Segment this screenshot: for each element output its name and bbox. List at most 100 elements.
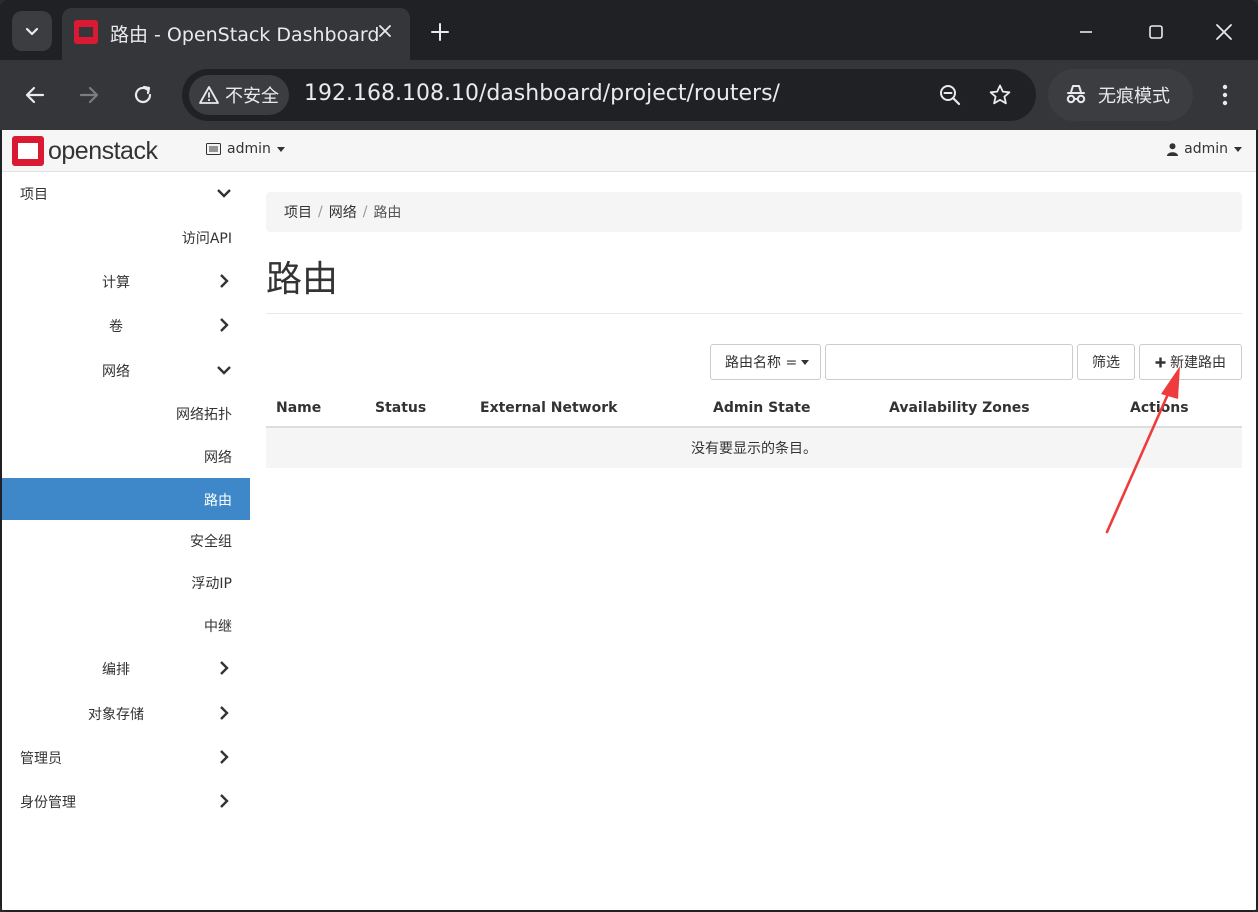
column-header-name[interactable]: Name (276, 400, 321, 416)
sidebar-item-label: 路由 (204, 493, 232, 509)
security-label: 不安全 (225, 86, 279, 107)
page-title: 路由 (266, 259, 339, 300)
address-bar[interactable]: 不安全 192.168.108.10/dashboard/project/rou… (182, 69, 1036, 121)
breadcrumb-separator: / (318, 204, 323, 220)
maximize-icon (1149, 25, 1163, 39)
sidebar-item-label: 安全组 (190, 534, 232, 550)
column-header-admin-state[interactable]: Admin State (713, 400, 811, 416)
close-icon (1216, 24, 1232, 40)
empty-message: 没有要显示的条目。 (691, 441, 817, 457)
breadcrumb-item-network[interactable]: 网络 (329, 202, 357, 222)
main-content: 项目 / 网络 / 路由 路由 路由名称 = 筛选 新建路由 Name Stat… (266, 172, 1244, 910)
sidebar-item-label: 访问API (181, 231, 232, 247)
column-header-actions: Actions (1130, 400, 1189, 416)
tab-search-button[interactable] (12, 11, 52, 51)
chevron-right-icon (220, 274, 229, 288)
sidebar-item-label: 网络 (204, 450, 232, 466)
sidebar-item-compute[interactable]: 计算 (2, 260, 250, 302)
user-menu[interactable]: admin (1167, 141, 1242, 157)
create-router-label: 新建路由 (1170, 355, 1226, 371)
browser-tab-active[interactable]: 路由 - OpenStack Dashboard (62, 8, 410, 60)
reload-button[interactable] (124, 76, 162, 114)
more-vertical-icon (1222, 84, 1228, 106)
openstack-logo-icon (12, 136, 44, 166)
filter-button[interactable]: 筛选 (1077, 344, 1135, 380)
chevron-right-icon (220, 750, 229, 764)
arrow-left-icon (25, 86, 45, 104)
sidebar-item-label: 浮动IP (191, 576, 232, 592)
sidebar-item-orchestration[interactable]: 编排 (2, 647, 250, 689)
sidebar-item-network-topology[interactable]: 网络拓扑 (2, 392, 250, 434)
sidebar-item-security-groups[interactable]: 安全组 (2, 519, 250, 561)
bookmark-button[interactable] (984, 79, 1016, 111)
sidebar-item-trunks[interactable]: 中继 (2, 604, 250, 646)
arrow-right-icon (79, 86, 99, 104)
project-selector[interactable]: admin (206, 141, 285, 157)
filter-field-select[interactable]: 路由名称 = (710, 344, 821, 380)
title-divider (266, 313, 1242, 314)
project-selector-label: admin (227, 141, 271, 157)
filter-input[interactable] (825, 344, 1073, 380)
security-indicator[interactable]: 不安全 (189, 75, 289, 115)
chevron-right-icon (220, 318, 229, 332)
browser-toolbar: 不安全 192.168.108.10/dashboard/project/rou… (0, 60, 1258, 130)
chevron-right-icon (220, 794, 229, 808)
dashboard-topbar: openstack admin admin (2, 130, 1256, 172)
openstack-favicon-icon (74, 20, 98, 44)
breadcrumb-separator: / (362, 204, 368, 220)
warning-icon (199, 86, 219, 104)
sidebar-item-object-store[interactable]: 对象存储 (2, 692, 250, 734)
reload-icon (134, 85, 152, 104)
caret-down-icon (1234, 146, 1242, 152)
back-button[interactable] (16, 76, 54, 114)
list-icon (206, 143, 221, 155)
sidebar-item-networks[interactable]: 网络 (2, 435, 250, 477)
sidebar-item-label: 身份管理 (20, 795, 76, 811)
sidebar-item-label: 管理员 (20, 751, 62, 767)
tab-title: 路由 - OpenStack Dashboard (110, 24, 380, 46)
sidebar-item-network[interactable]: 网络 (2, 349, 250, 391)
logo-text: openstack (48, 136, 158, 165)
sidebar-item-admin[interactable]: 管理员 (2, 736, 250, 778)
sidebar-item-label: 项目 (20, 187, 48, 203)
openstack-logo[interactable]: openstack (12, 135, 158, 167)
close-window-button[interactable] (1206, 14, 1242, 50)
user-menu-label: admin (1184, 141, 1228, 157)
sidebar-item-label: 计算 (102, 275, 130, 291)
zoom-button[interactable] (934, 79, 966, 111)
create-router-button[interactable]: 新建路由 (1139, 344, 1242, 380)
table-header: Name Status External Network Admin State… (266, 388, 1242, 428)
breadcrumb: 项目 / 网络 / 路由 (266, 192, 1242, 232)
new-tab-button[interactable] (424, 16, 456, 48)
caret-down-icon (801, 359, 810, 365)
sidebar-item-routers[interactable]: 路由 (2, 478, 250, 520)
incognito-indicator[interactable]: 无痕模式 (1048, 69, 1193, 121)
user-icon (1167, 142, 1179, 156)
incognito-icon (1066, 85, 1086, 104)
tab-close-button[interactable] (372, 18, 398, 44)
url-text[interactable]: 192.168.108.10/dashboard/project/routers… (304, 81, 780, 106)
column-header-availability-zones[interactable]: Availability Zones (889, 400, 1030, 416)
close-icon (379, 25, 391, 37)
incognito-label: 无痕模式 (1098, 86, 1170, 107)
sidebar-item-floating-ips[interactable]: 浮动IP (2, 561, 250, 603)
minimize-button[interactable] (1068, 14, 1104, 50)
star-icon (989, 84, 1011, 105)
browser-menu-button[interactable] (1206, 76, 1244, 114)
plus-icon (431, 23, 449, 41)
caret-down-icon (276, 146, 285, 152)
filter-button-label: 筛选 (1092, 355, 1120, 371)
sidebar-item-identity[interactable]: 身份管理 (2, 780, 250, 822)
maximize-button[interactable] (1138, 14, 1174, 50)
minimize-icon (1080, 31, 1092, 33)
column-header-external-network[interactable]: External Network (480, 400, 617, 416)
column-header-status[interactable]: Status (375, 400, 426, 416)
breadcrumb-item-project[interactable]: 项目 (284, 202, 312, 222)
forward-button[interactable] (70, 76, 108, 114)
chevron-down-icon (217, 189, 231, 198)
sidebar-item-api-access[interactable]: 访问API (2, 216, 250, 258)
breadcrumb-item-current: 路由 (373, 205, 402, 221)
filter-field-label: 路由名称 = (725, 355, 798, 371)
sidebar-item-volumes[interactable]: 卷 (2, 304, 250, 346)
sidebar-item-project[interactable]: 项目 (2, 172, 250, 214)
